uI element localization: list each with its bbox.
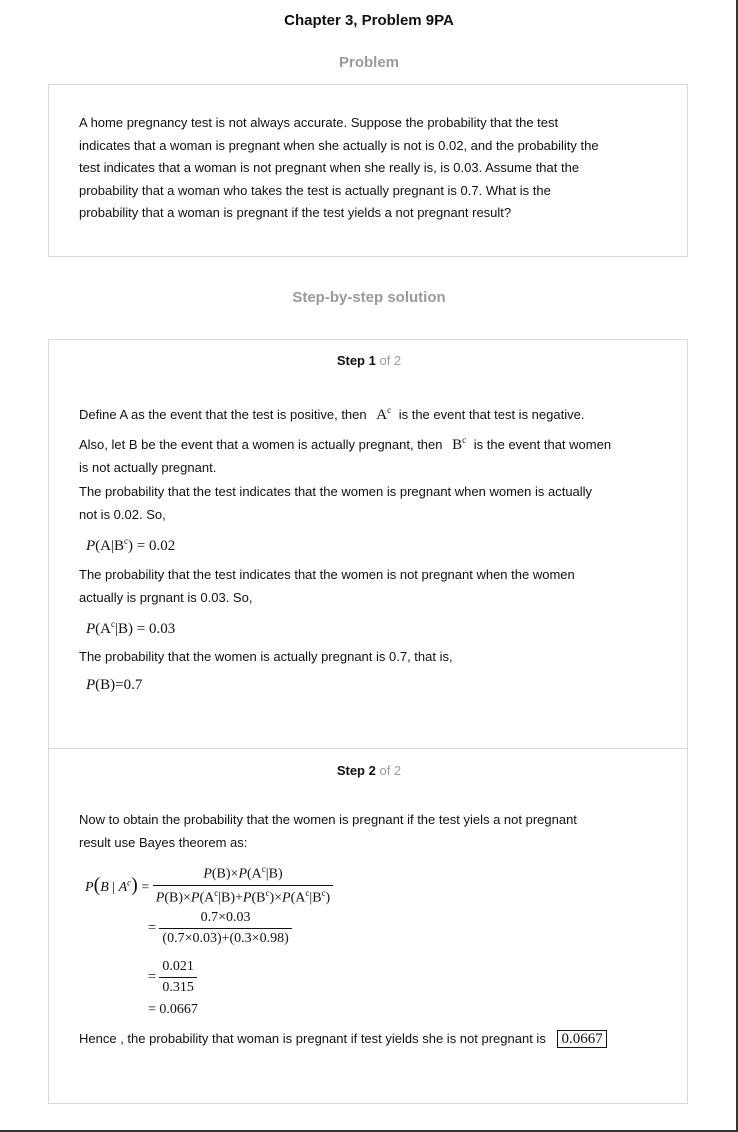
problem-text: A home pregnancy test is not always accu… — [79, 112, 664, 225]
equation-2: P(Ac|B) = 0.03 — [86, 619, 176, 637]
step1-p2: Also, let B be the event that a women is… — [79, 429, 664, 479]
simplified-denominator: 0.315 — [162, 980, 194, 995]
answer-box: 0.0667 — [557, 1030, 607, 1048]
step1-of: of 2 — [379, 353, 402, 368]
step1-title: Step 1 of 2 — [0, 353, 738, 368]
step2-p1-line2: result use Bayes theorem as: — [79, 834, 248, 850]
problem-line: probability that a woman is pregnant if … — [79, 205, 512, 220]
step2-label: Step 2 — [336, 763, 376, 778]
substitution-numerator: 0.7×0.03 — [159, 910, 292, 929]
step1-p4: The probability that the test indicates … — [79, 564, 664, 609]
step2-of: of 2 — [379, 763, 402, 778]
bayes-result: = 0.0667 — [148, 1002, 198, 1017]
step1-label: Step 1 — [336, 353, 376, 368]
step1-p3-line2: not is 0.02. So, — [79, 506, 166, 522]
step1-p2-text: Also, let B be the event that a women is… — [79, 437, 443, 452]
problem-line: indicates that a woman is pregnant when … — [79, 137, 599, 153]
substitution-denominator: (0.7×0.03)+(0.3×0.98) — [162, 931, 289, 946]
bayes-substitution: = 0.7×0.03 (0.7×0.03)+(0.3×0.98) — [148, 910, 292, 947]
step1-p1: Define A as the event that the test is p… — [79, 399, 664, 427]
bayes-fraction: P(B)×P(Ac|B) P(B)×P(Ac|B)+P(Bc)×P(Ac|Bc) — [152, 864, 334, 906]
step1-p1-text-2: is the event that test is negative. — [398, 407, 585, 422]
substitution-fraction: 0.7×0.03 (0.7×0.03)+(0.3×0.98) — [159, 910, 292, 947]
equation-3: P(B)=0.7 — [86, 677, 143, 693]
problem-heading: Problem — [338, 54, 399, 71]
simplified-fraction: 0.021 0.315 — [159, 959, 197, 996]
step1-p5: The probability that the women is actual… — [79, 649, 453, 664]
equation-1: P(A|Bc) = 0.02 — [86, 536, 176, 554]
bayes-formula: P(B | Ac) = P(B)×P(Ac|B) P(B)×P(Ac|B)+P(… — [85, 864, 334, 906]
step1-p3: The probability that the test indicates … — [79, 481, 664, 526]
simplified-numerator: 0.021 — [159, 959, 197, 978]
step2-p1-line1: Now to obtain the probability that the w… — [79, 812, 577, 827]
step1-p3-line1: The probability that the test indicates … — [79, 484, 593, 499]
step2-box — [48, 748, 688, 1104]
bayes-simplified: = 0.021 0.315 — [148, 959, 197, 996]
b-complement-symbol: Bc — [452, 435, 467, 453]
step1-p2-text-2: is the event that women — [473, 437, 612, 452]
page-title: Chapter 3, Problem 9PA — [284, 12, 454, 29]
step1-p1-text: Define A as the event that the test is p… — [79, 407, 367, 422]
problem-line: test indicates that a woman is not pregn… — [79, 160, 580, 175]
problem-line: A home pregnancy test is not always accu… — [79, 115, 559, 130]
step2-title: Step 2 of 2 — [0, 763, 738, 778]
solution-heading: Step-by-step solution — [292, 289, 446, 306]
conclusion-text: Hence , the probability that woman is pr… — [79, 1031, 546, 1046]
step1-p4-line1: The probability that the test indicates … — [79, 567, 575, 582]
step1-p2-line2: is not actually pregnant. — [79, 459, 217, 475]
step2-p1: Now to obtain the probability that the w… — [79, 809, 664, 854]
step1-p4-line2: actually is prgnant is 0.03. So, — [79, 589, 253, 605]
step2-conclusion: Hence , the probability that woman is pr… — [79, 1028, 679, 1051]
a-complement-symbol: Ac — [376, 405, 392, 423]
problem-line: probability that a woman who takes the t… — [79, 182, 551, 198]
